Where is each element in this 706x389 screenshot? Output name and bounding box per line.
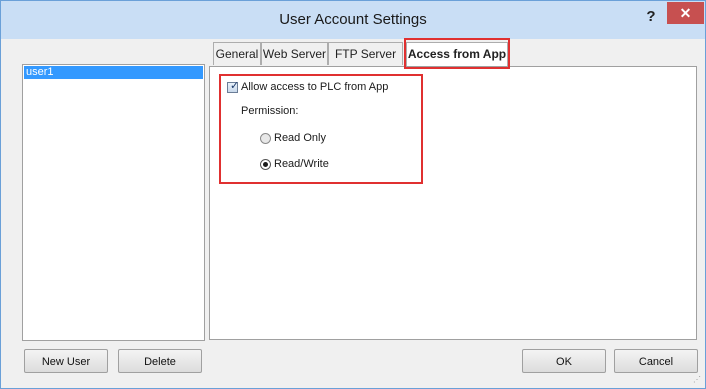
delete-button[interactable]: Delete <box>118 349 202 373</box>
close-button[interactable]: ✕ <box>667 2 704 24</box>
tab-general[interactable]: General <box>213 42 261 65</box>
resize-grip-icon[interactable]: ⋰ <box>693 375 703 385</box>
tab-ftp-server[interactable]: FTP Server <box>328 42 403 65</box>
user-account-settings-dialog: User Account Settings ? ✕ user1 General … <box>0 0 706 389</box>
ok-button[interactable]: OK <box>522 349 606 373</box>
highlight-box-options <box>219 74 423 184</box>
close-icon: ✕ <box>679 5 692 21</box>
user-list-item-user1[interactable]: user1 <box>24 66 203 79</box>
help-icon[interactable]: ? <box>641 7 661 27</box>
tab-web-server[interactable]: Web Server <box>261 42 328 65</box>
highlight-box-tab <box>404 38 510 69</box>
new-user-button[interactable]: New User <box>24 349 108 373</box>
title-bar: User Account Settings ? ✕ <box>1 1 705 39</box>
dialog-title: User Account Settings <box>279 11 427 28</box>
cancel-button[interactable]: Cancel <box>614 349 698 373</box>
user-list[interactable]: user1 <box>22 64 205 341</box>
